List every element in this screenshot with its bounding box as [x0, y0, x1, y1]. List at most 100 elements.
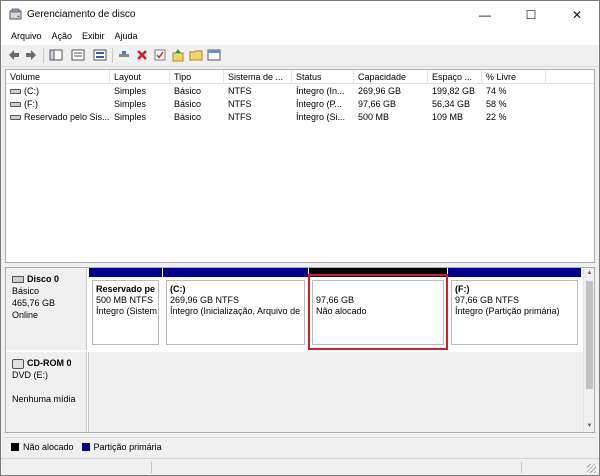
- cell-capacidade: 269,96 GB: [358, 86, 402, 96]
- legend-swatch-primary: [81, 442, 90, 451]
- partition-status: Íntegro (Partição primária): [455, 306, 560, 316]
- forward-arrow-icon[interactable]: [24, 48, 38, 62]
- column-espaco[interactable]: Espaço ...: [428, 70, 482, 84]
- cell-layout: Simples: [114, 99, 147, 109]
- cdrom-empty-area[interactable]: [88, 352, 583, 432]
- partition-size: 500 MB NTFS: [96, 295, 154, 305]
- disk-name: Disco 0: [27, 274, 60, 284]
- cell-status: Íntegro (Si...: [296, 112, 346, 122]
- menu-exibir[interactable]: Exibir: [77, 29, 110, 45]
- table-row[interactable]: (F:) Simples Básico NTFS Íntegro (P... 9…: [6, 98, 594, 111]
- window-icon[interactable]: [207, 48, 221, 62]
- cell-volume: Reservado pelo Sis...: [6, 111, 110, 124]
- partition-title: (C:): [170, 284, 186, 294]
- cdrom-0-row: CD-ROM 0 DVD (E:) Nenhuma mídia: [6, 352, 583, 432]
- menu-acao[interactable]: Ação: [47, 29, 78, 45]
- volume-name: (C:): [24, 86, 39, 96]
- cell-status: Íntegro (P...: [296, 99, 342, 109]
- scroll-thumb[interactable]: [586, 281, 593, 389]
- cell-espaco: 199,82 GB: [432, 86, 476, 96]
- column-layout[interactable]: Layout: [110, 70, 170, 84]
- console-tree-icon[interactable]: [49, 48, 63, 62]
- column-capacidade[interactable]: Capacidade: [354, 70, 428, 84]
- cell-livre: 22 %: [486, 112, 507, 122]
- legend-swatch-unallocated: [11, 442, 19, 451]
- check-icon[interactable]: [153, 48, 167, 62]
- partition-band: [89, 268, 162, 277]
- close-button[interactable]: ✕: [554, 1, 600, 29]
- column-livre[interactable]: % Livre: [482, 70, 546, 84]
- window-title: Gerenciamento de disco: [27, 9, 136, 20]
- partition-body: (C:) 269,96 GB NTFS Íntegro (Inicializaç…: [166, 280, 305, 345]
- cell-livre: 74 %: [486, 86, 507, 96]
- cdrom-media: Nenhuma mídia: [12, 394, 76, 404]
- column-sistema[interactable]: Sistema de ...: [224, 70, 292, 84]
- volume-name: Reservado pelo Sis...: [24, 112, 110, 122]
- legend-primary: Partição primária: [81, 441, 162, 452]
- partition-c[interactable]: (C:) 269,96 GB NTFS Íntegro (Inicializaç…: [163, 268, 308, 348]
- folder-icon[interactable]: [189, 48, 203, 62]
- table-row[interactable]: Reservado pelo Sis... Simples Básico NTF…: [6, 111, 594, 124]
- cdrom-0-info[interactable]: CD-ROM 0 DVD (E:) Nenhuma mídia: [6, 352, 87, 432]
- connect-icon[interactable]: [117, 48, 131, 62]
- toolbar: [1, 45, 599, 67]
- cell-volume: (C:): [6, 85, 110, 98]
- cell-capacidade: 500 MB: [358, 112, 390, 122]
- disk-0-info[interactable]: Disco 0 Básico 465,76 GB Online: [6, 268, 87, 350]
- resize-grip-icon[interactable]: [587, 464, 596, 473]
- disk-size: 465,76 GB: [12, 298, 56, 308]
- legend-label-primary: Partição primária: [93, 441, 162, 452]
- cdrom-name: CD-ROM 0: [27, 358, 72, 368]
- minimize-button[interactable]: —: [462, 1, 508, 29]
- maximize-button[interactable]: ☐: [508, 1, 554, 29]
- status-bar: [1, 458, 599, 475]
- table-row[interactable]: (C:) Simples Básico NTFS Íntegro (In... …: [6, 85, 594, 98]
- disk-view-icon[interactable]: [93, 48, 107, 62]
- delete-icon[interactable]: [135, 48, 149, 62]
- partition-title: (F:): [455, 284, 470, 294]
- status-separator: [151, 462, 152, 473]
- drive-icon: [10, 115, 21, 121]
- cdrom-drive: DVD (E:): [12, 370, 48, 380]
- partition-body: (F:) 97,66 GB NTFS Íntegro (Partição pri…: [451, 280, 578, 345]
- cell-layout: Simples: [114, 86, 147, 96]
- cell-livre: 58 %: [486, 99, 507, 109]
- drive-icon: [10, 102, 21, 108]
- hard-disk-icon: [12, 276, 24, 284]
- column-tipo[interactable]: Tipo: [170, 70, 224, 84]
- scroll-up-icon[interactable]: ▲: [584, 268, 594, 279]
- column-status[interactable]: Status: [292, 70, 354, 84]
- volume-list[interactable]: Volume Layout Tipo Sistema de ... Status…: [5, 69, 595, 263]
- partition-f[interactable]: (F:) 97,66 GB NTFS Íntegro (Partição pri…: [448, 268, 581, 348]
- upload-icon[interactable]: [171, 48, 185, 62]
- cell-capacidade: 97,66 GB: [358, 99, 397, 109]
- partition-size: 269,96 GB NTFS: [170, 295, 240, 305]
- partition-status: Íntegro (Inicialização, Arquivo de: [170, 306, 301, 316]
- properties-icon[interactable]: [71, 48, 85, 62]
- menu-ajuda[interactable]: Ajuda: [110, 29, 143, 45]
- partition-reserved[interactable]: Reservado pe 500 MB NTFS Íntegro (Sistem: [89, 268, 162, 348]
- partition-body: Reservado pe 500 MB NTFS Íntegro (Sistem: [92, 280, 159, 345]
- toolbar-separator: [112, 48, 113, 63]
- graph-scrollbar[interactable]: ▲ ▼: [583, 268, 594, 432]
- disk-graphical-view: Disco 0 Básico 465,76 GB Online Reservad…: [5, 267, 595, 433]
- disk-type: Básico: [12, 286, 40, 296]
- partition-status: Íntegro (Sistem: [96, 306, 158, 316]
- back-arrow-icon[interactable]: [7, 48, 21, 62]
- column-volume[interactable]: Volume: [6, 70, 110, 84]
- legend-label-unallocated: Não alocado: [23, 441, 74, 452]
- disk-0-row: Disco 0 Básico 465,76 GB Online Reservad…: [6, 268, 583, 350]
- menu-arquivo[interactable]: Arquivo: [1, 29, 47, 45]
- cell-sistema: NTFS: [228, 86, 252, 96]
- disk-management-icon: [9, 8, 22, 20]
- selection-highlight: [308, 274, 448, 350]
- cell-tipo: Básico: [174, 112, 202, 122]
- scroll-down-icon[interactable]: ▼: [584, 421, 594, 432]
- volume-name: (F:): [24, 99, 38, 109]
- partition-band: [448, 268, 581, 277]
- toolbar-separator: [43, 48, 44, 63]
- cell-status: Íntegro (In...: [296, 86, 345, 96]
- status-separator: [521, 462, 522, 473]
- legend: Não alocado Partição primária: [5, 437, 595, 455]
- cell-tipo: Básico: [174, 99, 202, 109]
